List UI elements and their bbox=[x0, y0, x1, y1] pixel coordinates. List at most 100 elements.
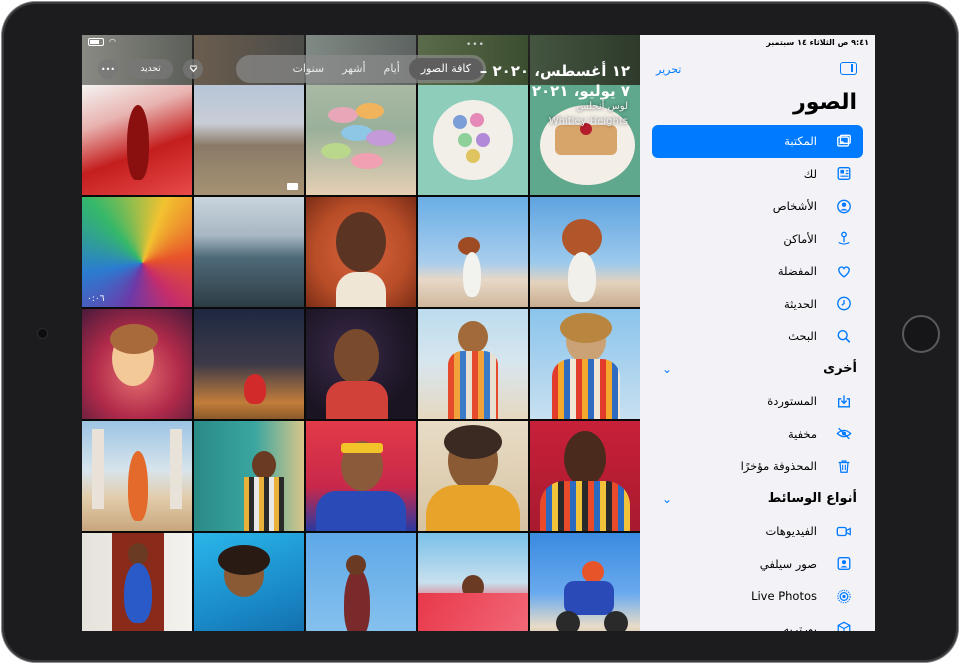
photo-thumbnail[interactable] bbox=[306, 197, 416, 307]
photo-thumbnail[interactable] bbox=[194, 533, 304, 631]
chevron-down-icon[interactable]: ⌄ bbox=[662, 492, 672, 506]
photo-thumbnail[interactable] bbox=[530, 197, 640, 307]
photo-library-view: ٠:٠٦ ◠ ••• ••• تحديد كافة الصور أيام أشه… bbox=[82, 35, 640, 631]
photo-thumbnail[interactable] bbox=[530, 421, 640, 531]
sidebar-item-live-photos[interactable]: Live Photos bbox=[652, 580, 863, 613]
status-time-date: ٩:٤١ ص الثلاثاء ١٤ سبتمبر bbox=[766, 38, 869, 47]
photo-thumbnail[interactable] bbox=[194, 309, 304, 419]
trash-icon bbox=[836, 458, 852, 474]
sidebar-item-imports[interactable]: المستوردة bbox=[652, 385, 863, 418]
sidebar-item-label: المستوردة bbox=[767, 394, 817, 409]
segment-all-photos[interactable]: كافة الصور bbox=[408, 58, 483, 80]
date-range-line2: ٧ يوليو، ٢٠٢١ bbox=[531, 82, 630, 100]
wifi-icon: ◠ bbox=[109, 37, 116, 46]
sidebar-item-label: مخفية bbox=[787, 426, 817, 441]
location-neighborhood: Whitley Heights bbox=[548, 116, 628, 127]
cube-icon bbox=[836, 621, 852, 631]
photo-thumbnail[interactable] bbox=[418, 421, 528, 531]
sidebar-item-label: المكتبة bbox=[784, 134, 817, 149]
sidebar-item-label: الأماكن bbox=[783, 231, 817, 246]
sidebar-item-selfies[interactable]: صور سيلفي bbox=[652, 548, 863, 581]
section-media-types-header[interactable]: أنواع الوسائط ⌄ bbox=[652, 483, 863, 516]
sort-filter-button[interactable] bbox=[183, 59, 203, 79]
photo-thumbnail[interactable] bbox=[82, 421, 192, 531]
photo-thumbnail[interactable] bbox=[194, 421, 304, 531]
sidebar-item-search[interactable]: البحث bbox=[652, 320, 863, 353]
sidebar-item-label: الحديثة bbox=[784, 296, 817, 311]
for-you-icon bbox=[836, 166, 852, 182]
sidebar-item-favorites[interactable]: المفضلة bbox=[652, 255, 863, 288]
sidebar-item-label: Live Photos bbox=[751, 589, 817, 604]
sidebar-item-label: صور سيلفي bbox=[759, 556, 817, 571]
sidebar-item-label: المفضلة bbox=[777, 264, 817, 279]
status-bar-left: ◠ bbox=[88, 37, 116, 46]
edit-button[interactable]: تحرير bbox=[656, 63, 681, 76]
section-title: أخرى bbox=[823, 361, 857, 377]
photo-thumbnail[interactable] bbox=[418, 533, 528, 631]
segment-years[interactable]: سنوات bbox=[283, 58, 333, 80]
person-circle-icon bbox=[836, 198, 852, 214]
photo-library-icon bbox=[836, 133, 852, 149]
multitasking-dots[interactable]: ••• bbox=[466, 40, 485, 50]
sidebar-item-portrait[interactable]: بورتريه bbox=[652, 613, 863, 631]
date-range-title: ١٢ أغسطس، ٢٠٢٠ – ٧ يوليو، ٢٠٢١ bbox=[480, 61, 630, 101]
import-icon bbox=[836, 393, 852, 409]
sidebar-item-label: الفيديوهات bbox=[765, 524, 817, 539]
chevron-down-icon[interactable]: ⌄ bbox=[662, 362, 672, 376]
photo-thumbnail[interactable] bbox=[306, 85, 416, 195]
sidebar-item-people[interactable]: الأشخاص bbox=[652, 190, 863, 223]
sidebar-title: الصور bbox=[793, 90, 857, 115]
sidebar: ٩:٤١ ص الثلاثاء ١٤ سبتمبر تحرير الصور ال… bbox=[640, 35, 875, 631]
segment-days[interactable]: أيام bbox=[375, 58, 409, 80]
sidebar-item-library[interactable]: المكتبة bbox=[652, 125, 863, 158]
sidebar-list: المكتبة لك الأشخاص الأماكن المفضلة الحدي… bbox=[652, 125, 863, 631]
sidebar-item-label: الأشخاص bbox=[772, 199, 817, 214]
photo-thumbnail[interactable] bbox=[418, 197, 528, 307]
photo-thumbnail[interactable] bbox=[530, 533, 640, 631]
video-duration: ٠:٠٦ bbox=[87, 294, 105, 304]
sidebar-item-hidden[interactable]: مخفية bbox=[652, 418, 863, 451]
more-button[interactable]: ••• bbox=[98, 59, 118, 79]
photo-grid: ٠:٠٦ bbox=[82, 85, 640, 631]
ellipsis-icon: ••• bbox=[100, 64, 116, 74]
sidebar-item-for-you[interactable]: لك bbox=[652, 158, 863, 191]
section-title: أنواع الوسائط bbox=[767, 491, 857, 507]
photo-thumbnail[interactable] bbox=[306, 533, 416, 631]
search-icon bbox=[836, 328, 852, 344]
filter-icon bbox=[189, 65, 197, 73]
selfie-icon bbox=[836, 556, 852, 572]
front-camera bbox=[38, 329, 47, 338]
clock-icon bbox=[836, 296, 852, 312]
home-button[interactable] bbox=[902, 315, 940, 353]
sidebar-item-label: البحث bbox=[788, 329, 817, 344]
photo-thumbnail[interactable] bbox=[418, 309, 528, 419]
sidebar-item-label: المحذوفة مؤخرًا bbox=[740, 459, 817, 474]
sidebar-item-recently-deleted[interactable]: المحذوفة مؤخرًا bbox=[652, 450, 863, 483]
eye-slash-icon bbox=[836, 426, 852, 442]
sidebar-item-label: لك bbox=[803, 166, 817, 181]
section-other-header[interactable]: أخرى ⌄ bbox=[652, 353, 863, 386]
select-button[interactable]: تحديد bbox=[128, 59, 173, 79]
view-segmented-control: كافة الصور أيام أشهر سنوات bbox=[236, 55, 486, 83]
sidebar-toggle-icon[interactable] bbox=[840, 62, 857, 75]
photo-thumbnail[interactable] bbox=[306, 421, 416, 531]
photo-thumbnail[interactable] bbox=[82, 309, 192, 419]
photo-thumbnail[interactable]: ٠:٠٦ bbox=[82, 197, 192, 307]
photo-thumbnail[interactable] bbox=[194, 85, 304, 195]
heart-icon bbox=[836, 263, 852, 279]
photo-thumbnail[interactable] bbox=[418, 85, 528, 195]
screen: ٠:٠٦ ◠ ••• ••• تحديد كافة الصور أيام أشه… bbox=[82, 35, 875, 631]
video-icon bbox=[836, 523, 852, 539]
photo-thumbnail[interactable] bbox=[530, 309, 640, 419]
photo-thumbnail[interactable] bbox=[194, 197, 304, 307]
sidebar-item-label: بورتريه bbox=[783, 621, 817, 631]
live-photo-icon bbox=[836, 588, 852, 604]
sidebar-item-places[interactable]: الأماكن bbox=[652, 223, 863, 256]
photo-thumbnail[interactable] bbox=[82, 533, 192, 631]
segment-months[interactable]: أشهر bbox=[333, 58, 374, 80]
photo-thumbnail[interactable] bbox=[306, 309, 416, 419]
sidebar-item-recents[interactable]: الحديثة bbox=[652, 288, 863, 321]
sidebar-item-videos[interactable]: الفيديوهات bbox=[652, 515, 863, 548]
photo-thumbnail[interactable] bbox=[82, 85, 192, 195]
map-pin-icon bbox=[836, 231, 852, 247]
